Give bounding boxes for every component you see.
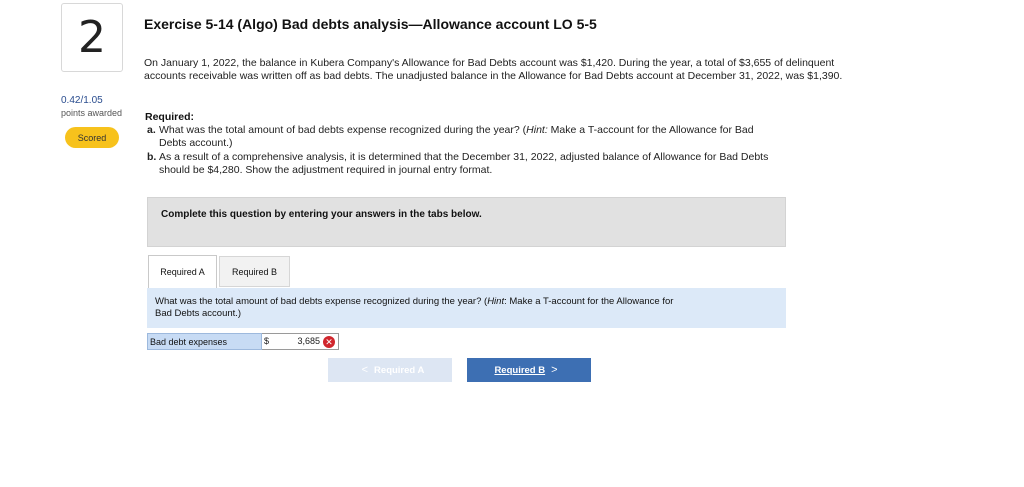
requirement-b-label: b. bbox=[147, 151, 157, 163]
answer-row: Bad debt expenses $ 3,685 ✕ bbox=[147, 333, 339, 350]
requirement-b-text: As a result of a comprehensive analysis,… bbox=[159, 151, 769, 163]
incorrect-x-icon: ✕ bbox=[323, 336, 335, 348]
status-badge: Scored bbox=[65, 127, 119, 148]
exercise-title: Exercise 5-14 (Algo) Bad debts analysis—… bbox=[144, 16, 597, 32]
answer-label: Bad debt expenses bbox=[147, 333, 262, 350]
exercise-description: On January 1, 2022, the balance in Kuber… bbox=[144, 57, 843, 82]
next-button-label: Required B bbox=[494, 364, 546, 376]
panel-question-hint: Hint bbox=[487, 296, 505, 307]
panel-question-line2: Bad Debts account.) bbox=[155, 308, 242, 319]
requirement-a: a. What was the total amount of bad debts… bbox=[147, 124, 852, 150]
question-number: 2 bbox=[78, 12, 106, 63]
answer-value: 3,685 bbox=[297, 336, 320, 346]
requirement-a-text: What was the total amount of bad debts e… bbox=[159, 124, 527, 136]
points-awarded-label: points awarded bbox=[61, 108, 123, 118]
instructions-text: Complete this question by entering your … bbox=[161, 209, 482, 220]
panel-question-text: What was the total amount of bad debts e… bbox=[155, 296, 775, 320]
requirement-a-label: a. bbox=[147, 124, 156, 136]
requirement-a-hint: Hint: bbox=[526, 124, 548, 136]
required-heading: Required: bbox=[145, 111, 195, 123]
currency-symbol: $ bbox=[264, 336, 270, 346]
question-panel: What was the total amount of bad debts e… bbox=[147, 288, 786, 328]
next-required-b-button[interactable]: Required B > bbox=[467, 358, 591, 382]
panel-question-pre: What was the total amount of bad debts e… bbox=[155, 296, 488, 307]
question-number-box: 2 bbox=[61, 3, 123, 72]
chevron-left-icon: < bbox=[361, 364, 369, 376]
requirement-b-text-line2: should be $4,280. Show the adjustment re… bbox=[159, 164, 493, 176]
points-score: 0.42/1.05 bbox=[61, 95, 103, 106]
prev-required-a-button[interactable]: < Required A bbox=[328, 358, 452, 382]
instructions-box: Complete this question by entering your … bbox=[147, 197, 786, 247]
tab-required-b[interactable]: Required B bbox=[219, 256, 290, 287]
tab-required-a[interactable]: Required A bbox=[148, 255, 217, 288]
requirement-a-text-line2: Debts account.) bbox=[159, 137, 233, 149]
requirement-b: b. As a result of a comprehensive analysi… bbox=[147, 151, 852, 177]
prev-button-label: Required A bbox=[374, 364, 425, 376]
requirement-a-text-cont: Make a T-account for the Allowance for B… bbox=[547, 124, 754, 136]
chevron-right-icon: > bbox=[551, 364, 558, 376]
panel-question-post: : Make a T-account for the Allowance for bbox=[504, 296, 674, 307]
answer-input[interactable]: $ 3,685 ✕ bbox=[262, 333, 339, 350]
